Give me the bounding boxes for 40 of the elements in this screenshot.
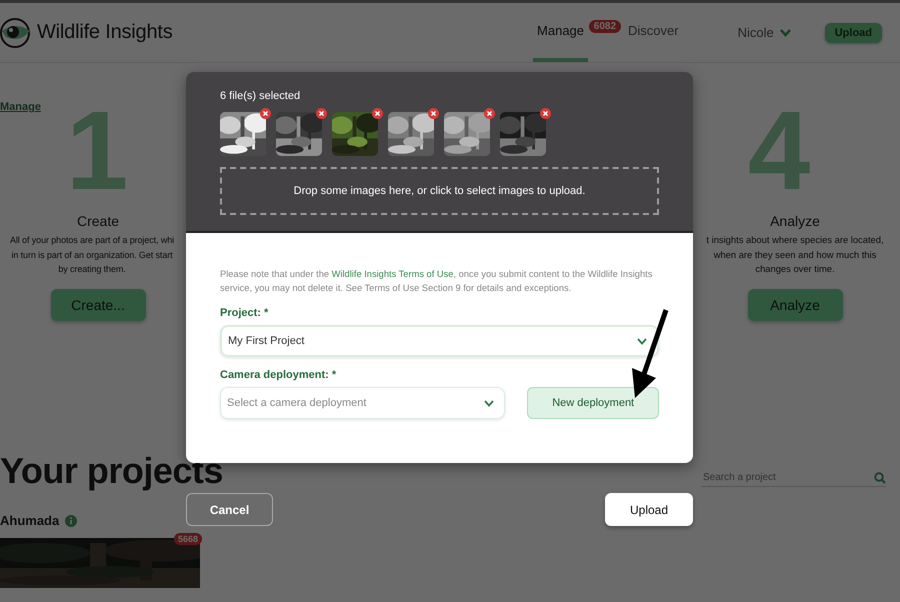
step-title: Create — [76, 213, 120, 229]
breadcrumb-link[interactable]: Manage — [0, 101, 41, 113]
terms-notice: Please note that under the Wildlife Insights Terms of Use, once you submit content to the Wildlife Insights service, you may not delete it. See Terms of Use Section 9 for details and exceptions. — [220, 268, 654, 295]
chevron-down-icon[interactable] — [637, 338, 647, 344]
upload-button[interactable]: Upload — [605, 493, 693, 526]
step-description-line: in turn is part of an organization. Get start — [10, 248, 174, 262]
new-deployment-button[interactable]: New deployment — [527, 387, 659, 419]
field-label: Camera deployment: * — [220, 369, 338, 381]
step-title: Analyze — [770, 213, 820, 229]
dropzone[interactable]: Drop some images here, or click to select images to upload. — [220, 167, 659, 215]
deployment-select[interactable]: Select a camera deployment — [220, 387, 506, 419]
count-badge: 6082 — [588, 20, 622, 33]
project-name[interactable]: Ahumada — [0, 513, 60, 528]
project-select[interactable]: My First Project — [220, 325, 659, 357]
step-description-line: when are they seen and how much this — [714, 248, 876, 262]
cancel-button[interactable]: Cancel — [186, 493, 273, 526]
count-badge: 5668 — [174, 533, 202, 545]
search-field[interactable]: Search a project — [701, 471, 874, 484]
step-button[interactable]: Analyze — [748, 288, 842, 320]
eye-logo-icon — [0, 16, 32, 48]
logo-text: Wildlife Insights — [37, 21, 173, 44]
step-description-line: by creating them. — [57, 263, 127, 276]
upload-button[interactable]: Upload — [824, 22, 882, 42]
step-description-line: changes over time. — [755, 262, 835, 276]
remove-icon[interactable] — [372, 108, 383, 119]
remove-icon[interactable] — [484, 108, 495, 119]
field-label: Project: * — [220, 307, 270, 319]
step-description-line: t insights about where species are located, — [706, 233, 884, 247]
remove-icon[interactable] — [428, 108, 439, 119]
section-heading: Your projects — [0, 453, 223, 489]
step-button[interactable]: Create... — [50, 288, 146, 320]
chevron-down-icon[interactable] — [484, 400, 494, 406]
user-name[interactable]: Nicole — [738, 25, 774, 40]
remove-icon[interactable] — [540, 108, 551, 119]
files-selected-label: 6 file(s) selected — [220, 90, 302, 102]
step-description-line: All of your photos are part of a project, whi — [8, 234, 176, 247]
remove-icon[interactable] — [260, 108, 271, 119]
remove-icon[interactable] — [316, 108, 327, 119]
nav-tab[interactable]: Discover — [624, 3, 683, 62]
terms-link[interactable]: Wildlife Insights Terms of Use — [332, 269, 454, 279]
